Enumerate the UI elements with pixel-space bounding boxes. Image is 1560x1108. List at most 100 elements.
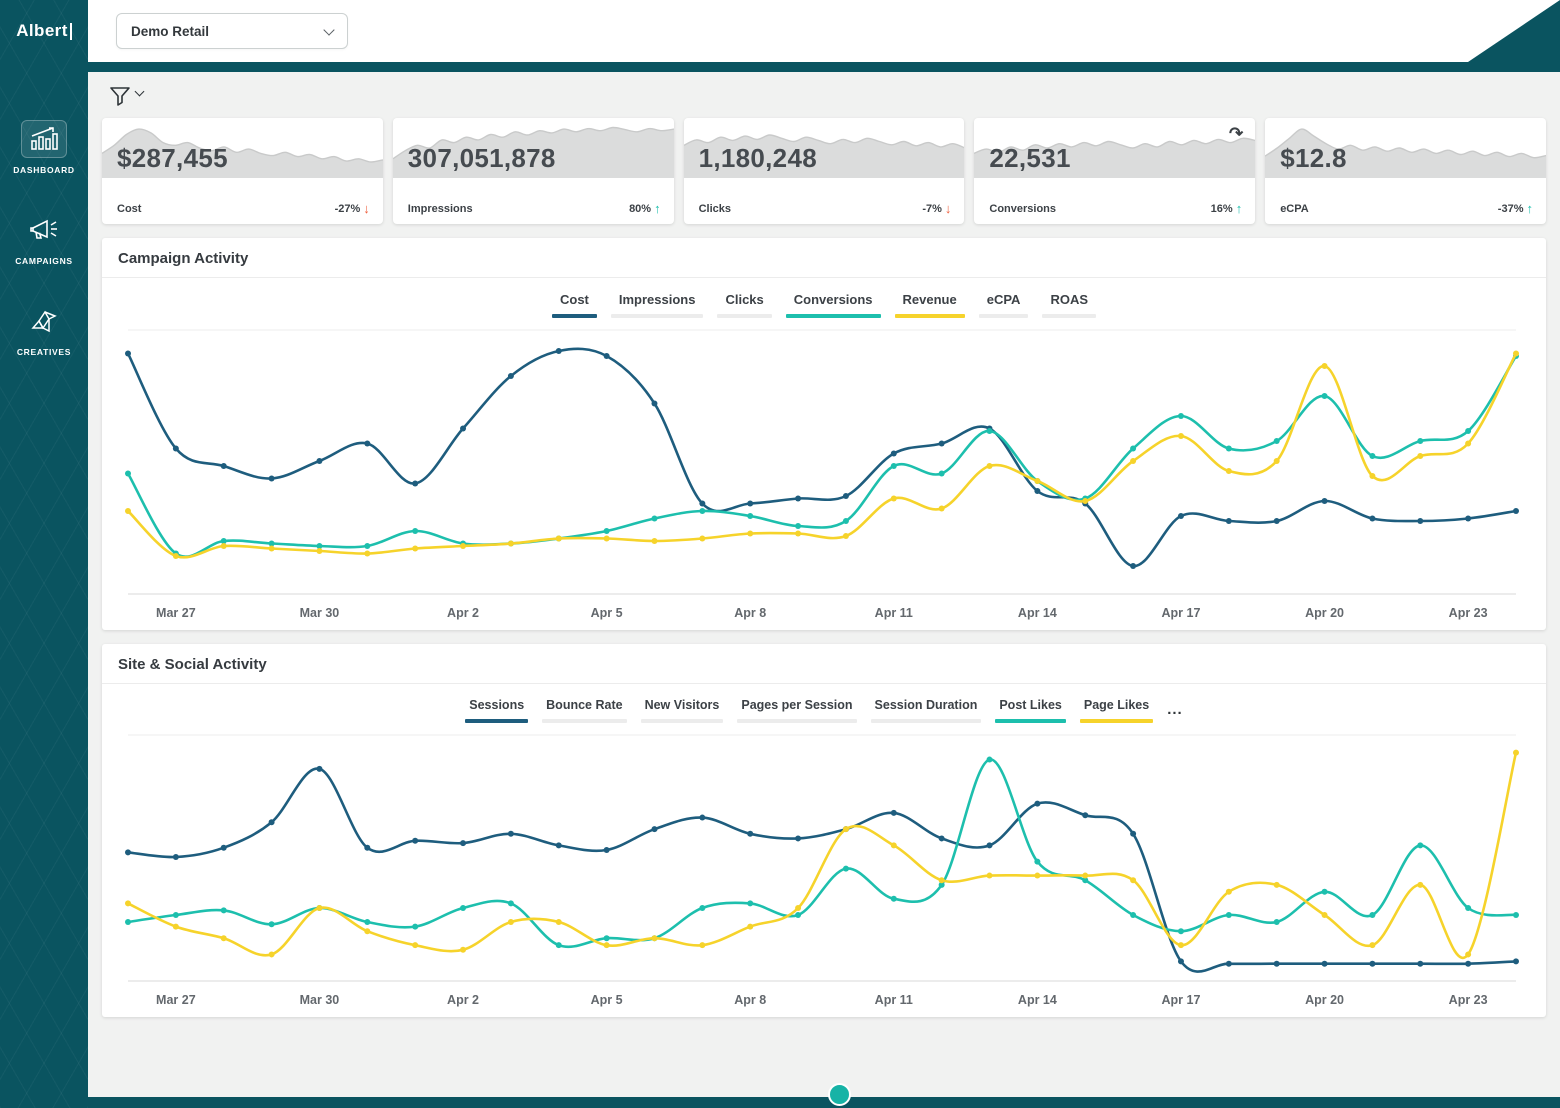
- campaign-legend: Cost Impressions Clicks Conversions Reve…: [102, 278, 1546, 318]
- origami-bird-icon: [21, 302, 67, 340]
- legend-underline: [552, 314, 597, 318]
- legend-tab-label: Pages per Session: [737, 696, 856, 714]
- svg-text:Apr 11: Apr 11: [875, 993, 913, 1007]
- kpi-delta-value: 80%: [629, 203, 651, 215]
- legend-tab-label: eCPA: [979, 290, 1029, 309]
- kpi-value: $12.8: [1265, 118, 1546, 174]
- legend-tab-roas[interactable]: ROAS: [1038, 290, 1100, 318]
- legend-tab-label: Revenue: [895, 290, 965, 309]
- legend-tab-new-visitors[interactable]: New Visitors: [637, 696, 728, 723]
- legend-underline: [995, 719, 1066, 723]
- svg-text:Mar 27: Mar 27: [156, 606, 196, 620]
- svg-text:Mar 30: Mar 30: [300, 993, 340, 1007]
- kpi-delta-value: -27%: [335, 203, 361, 215]
- kpi-label: Conversions: [989, 203, 1056, 215]
- legend-underline: [641, 719, 724, 723]
- kpi-delta: -27% ↓: [335, 202, 370, 215]
- legend-tab-label: ROAS: [1042, 290, 1096, 309]
- legend-tab-cost[interactable]: Cost: [548, 290, 601, 318]
- sidebar-item-creatives[interactable]: CREATIVES: [0, 302, 88, 357]
- legend-underline: [737, 719, 856, 723]
- kpi-label: Clicks: [699, 203, 731, 215]
- svg-text:Apr 23: Apr 23: [1449, 606, 1488, 620]
- legend-tab-session-duration[interactable]: Session Duration: [867, 696, 986, 723]
- kpi-row: $287,455 Cost -27% ↓ 307,051,878 Impress…: [102, 118, 1546, 224]
- legend-tab-conversions[interactable]: Conversions: [782, 290, 885, 318]
- legend-tab-revenue[interactable]: Revenue: [891, 290, 969, 318]
- redo-arrow-icon[interactable]: ↷: [1229, 124, 1243, 144]
- chevron-down-icon: [135, 87, 145, 97]
- campaign-activity-chart: Mar 27Mar 30Apr 2Apr 5Apr 8Apr 11Apr 14A…: [114, 320, 1534, 626]
- kpi-card-cost[interactable]: $287,455 Cost -27% ↓: [102, 118, 383, 224]
- legend-tab-clicks[interactable]: Clicks: [713, 290, 775, 318]
- site-social-legend: Sessions Bounce Rate New Visitors Pages …: [102, 684, 1546, 723]
- kpi-card-clicks[interactable]: 1,180,248 Clicks -7% ↓: [684, 118, 965, 224]
- campaign-activity-title: Campaign Activity: [102, 238, 1546, 278]
- legend-tab-label: Page Likes: [1080, 696, 1153, 714]
- svg-text:Apr 17: Apr 17: [1162, 606, 1201, 620]
- more-metrics-button[interactable]: ...: [1163, 699, 1187, 720]
- legend-tab-ecpa[interactable]: eCPA: [975, 290, 1033, 318]
- legend-underline: [611, 314, 704, 318]
- kpi-card-impressions[interactable]: 307,051,878 Impressions 80% ↑: [393, 118, 674, 224]
- kpi-value: $287,455: [102, 118, 383, 174]
- svg-text:Apr 5: Apr 5: [591, 606, 623, 620]
- sidebar: Albert DASHBOARD: [0, 0, 88, 1108]
- campaign-activity-panel: Campaign Activity Cost Impressions Click…: [102, 238, 1546, 630]
- brand-logo-bar: [70, 23, 72, 40]
- delta-arrow-icon: ↓: [363, 202, 370, 215]
- kpi-label: Cost: [117, 203, 141, 215]
- legend-tab-label: Cost: [552, 290, 597, 309]
- svg-text:Apr 2: Apr 2: [447, 606, 479, 620]
- delta-arrow-icon: ↑: [654, 202, 661, 215]
- filter-button[interactable]: [108, 84, 143, 108]
- legend-underline: [786, 314, 881, 318]
- legend-underline: [1042, 314, 1096, 318]
- legend-tab-impressions[interactable]: Impressions: [607, 290, 708, 318]
- kpi-delta: -7% ↓: [922, 202, 951, 215]
- legend-tab-sessions[interactable]: Sessions: [461, 696, 532, 723]
- legend-underline: [542, 719, 626, 723]
- legend-tab-label: Session Duration: [871, 696, 982, 714]
- svg-text:Apr 14: Apr 14: [1018, 606, 1057, 620]
- svg-text:Apr 8: Apr 8: [734, 606, 766, 620]
- megaphone-icon: [21, 211, 67, 249]
- svg-text:Mar 30: Mar 30: [300, 606, 340, 620]
- site-social-activity-chart: Mar 27Mar 30Apr 2Apr 5Apr 8Apr 11Apr 14A…: [114, 725, 1534, 1013]
- bottom-indicator-dot[interactable]: [828, 1083, 851, 1106]
- legend-tab-post-likes[interactable]: Post Likes: [991, 696, 1070, 723]
- chevron-down-icon: [323, 24, 334, 35]
- brand-logo-text: Albert: [16, 21, 68, 41]
- account-dropdown-value: Demo Retail: [131, 24, 209, 39]
- kpi-delta: 16% ↑: [1211, 202, 1243, 215]
- brand-logo: Albert: [0, 0, 88, 62]
- kpi-label: eCPA: [1280, 203, 1309, 215]
- delta-arrow-icon: ↑: [1236, 202, 1243, 215]
- sidebar-nav: DASHBOARD CAMPAIGNS CREA: [0, 120, 88, 357]
- kpi-delta: 80% ↑: [629, 202, 661, 215]
- kpi-card-conversions[interactable]: ↷ 22,531 Conversions 16% ↑: [974, 118, 1255, 224]
- legend-underline: [465, 719, 528, 723]
- legend-tab-page-likes[interactable]: Page Likes: [1076, 696, 1157, 723]
- topbar-corner-accent: [1468, 0, 1560, 62]
- legend-tab-pages-per-session[interactable]: Pages per Session: [733, 696, 860, 723]
- filter-row: [88, 72, 1560, 110]
- kpi-value: 22,531: [974, 118, 1255, 174]
- kpi-value: 1,180,248: [684, 118, 965, 174]
- kpi-card-ecpa[interactable]: $12.8 eCPA -37% ↑: [1265, 118, 1546, 224]
- kpi-delta-value: 16%: [1211, 203, 1233, 215]
- legend-underline: [871, 719, 982, 723]
- svg-text:Mar 27: Mar 27: [156, 993, 196, 1007]
- app-root: Albert DASHBOARD: [0, 0, 1560, 1108]
- legend-underline: [1080, 719, 1153, 723]
- account-dropdown[interactable]: Demo Retail: [116, 13, 348, 49]
- delta-arrow-icon: ↑: [1526, 202, 1533, 215]
- dashboard-chart-icon: [21, 120, 67, 158]
- svg-text:Apr 8: Apr 8: [734, 993, 766, 1007]
- legend-tab-label: Clicks: [717, 290, 771, 309]
- legend-underline: [979, 314, 1029, 318]
- kpi-label: Impressions: [408, 203, 473, 215]
- legend-tab-bounce-rate[interactable]: Bounce Rate: [538, 696, 630, 723]
- sidebar-item-campaigns[interactable]: CAMPAIGNS: [0, 211, 88, 266]
- sidebar-item-dashboard[interactable]: DASHBOARD: [0, 120, 88, 175]
